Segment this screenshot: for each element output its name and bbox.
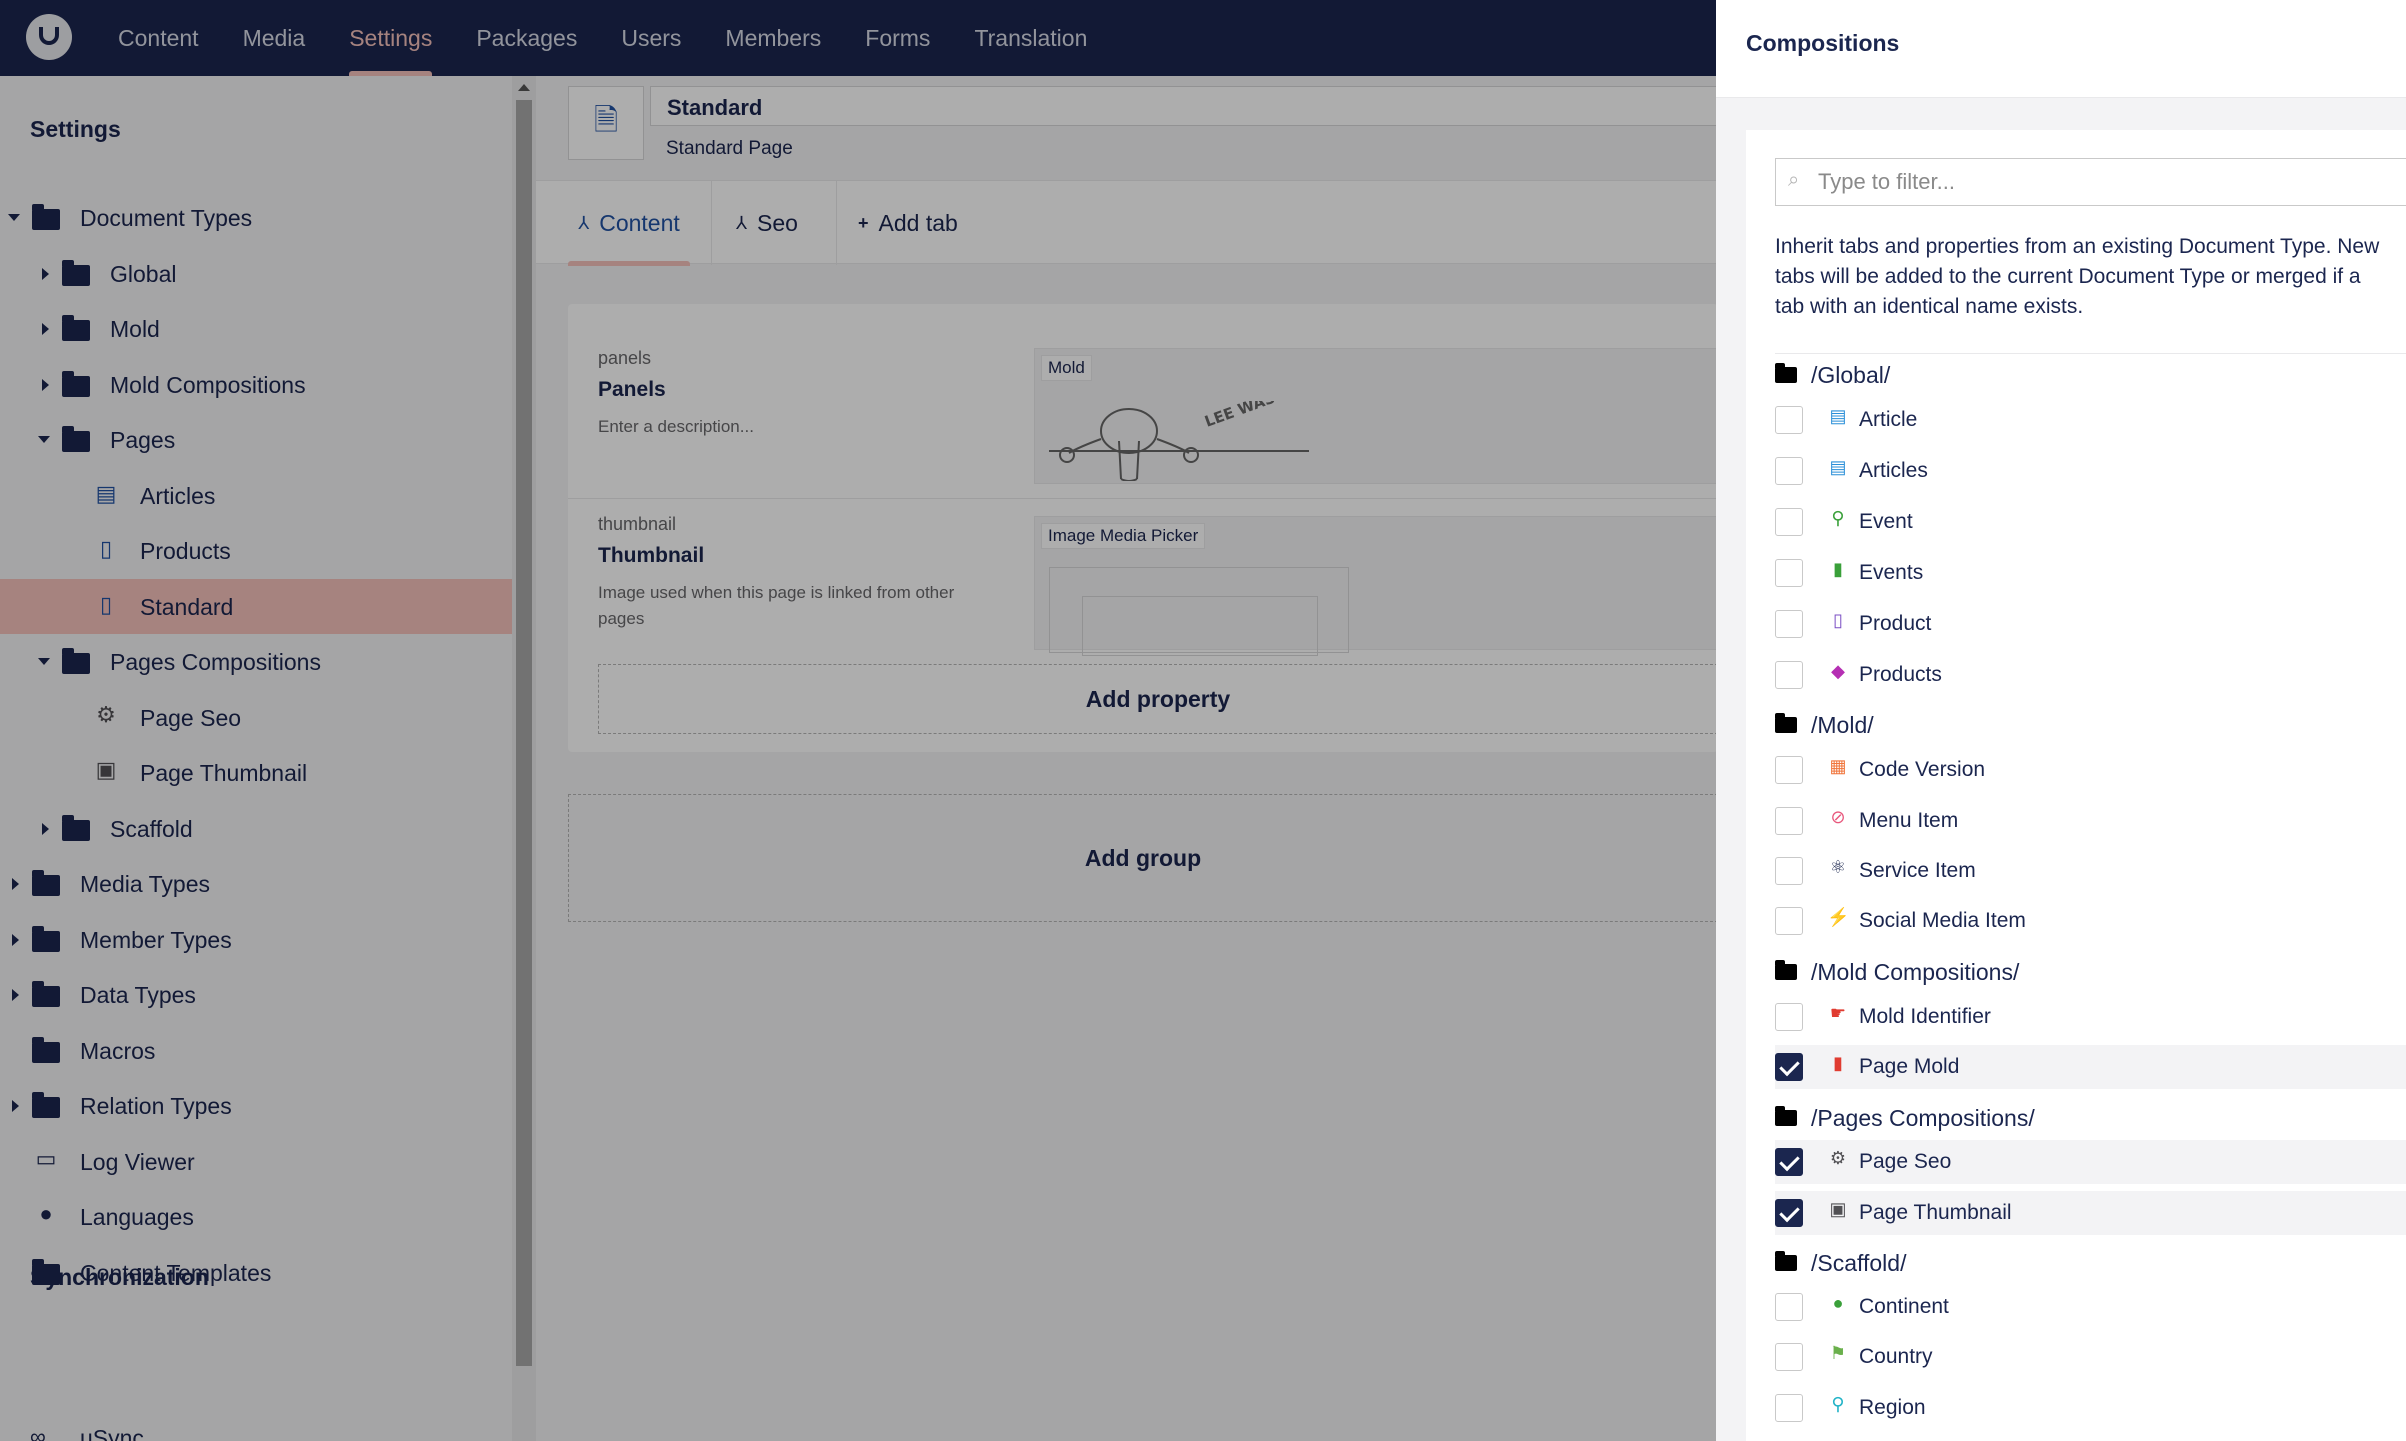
- modal-backdrop[interactable]: [0, 0, 1716, 1441]
- group-name: /Mold/: [1811, 711, 1874, 738]
- composition-item[interactable]: ⚲ Event: [1775, 500, 2406, 544]
- composition-checkbox[interactable]: [1775, 1003, 1803, 1031]
- composition-checkbox[interactable]: [1775, 610, 1803, 638]
- document-icon: ▯: [1833, 610, 1843, 630]
- composition-item[interactable]: ▤ Articles: [1775, 449, 2406, 493]
- composition-label: Menu Item: [1859, 809, 1959, 832]
- divider: [1775, 353, 2406, 354]
- composition-label: Event: [1859, 510, 1913, 533]
- satellite-icon: ⚡: [1827, 907, 1850, 927]
- composition-label: Articles: [1859, 459, 1928, 482]
- composition-item[interactable]: ⊘ Menu Item: [1775, 799, 2406, 843]
- hand-icon: ☛: [1829, 1003, 1847, 1023]
- composition-item[interactable]: ⚙ Page Seo: [1775, 1140, 2406, 1184]
- composition-checkbox[interactable]: [1775, 1053, 1803, 1081]
- composition-label: Code Version: [1859, 758, 1986, 781]
- composition-label: Events: [1859, 561, 1924, 584]
- compositions-list: ⌕ Inherit tabs and properties from an ex…: [1746, 130, 2406, 1441]
- panel-title: Compositions: [1746, 30, 1900, 56]
- paperclip-icon: ⊘: [1830, 807, 1846, 827]
- composition-label: Article: [1859, 408, 1918, 431]
- map-pin-icon: ⚲: [1831, 1394, 1845, 1414]
- search-icon: ⌕: [1788, 169, 1800, 191]
- composition-group-header: /Pages Compositions/: [1775, 1103, 2035, 1133]
- book-icon: ▮: [1833, 1053, 1843, 1073]
- composition-item[interactable]: ⚑ Country: [1775, 1335, 2406, 1379]
- composition-item[interactable]: ⚡ Social Media Item: [1775, 899, 2406, 943]
- composition-checkbox[interactable]: [1775, 907, 1803, 935]
- group-name: /Scaffold/: [1811, 1249, 1907, 1276]
- folder-icon: [1775, 713, 1797, 733]
- group-name: /Pages Compositions/: [1811, 1104, 2035, 1131]
- composition-checkbox[interactable]: [1775, 1293, 1803, 1321]
- composition-checkbox[interactable]: [1775, 661, 1803, 689]
- composition-item[interactable]: ⚲ Region: [1775, 1386, 2406, 1430]
- composition-item[interactable]: ▯ Product: [1775, 602, 2406, 646]
- composition-item[interactable]: ◆ Products: [1775, 653, 2406, 697]
- composition-label: Social Media Item: [1859, 909, 2026, 932]
- composition-label: Continent: [1859, 1295, 1949, 1318]
- folder-icon: [1775, 1106, 1797, 1126]
- compositions-description: Inherit tabs and properties from an exis…: [1775, 235, 2380, 318]
- composition-group-header: /Mold Compositions/: [1775, 957, 2019, 987]
- newspaper-icon: ▤: [1829, 457, 1847, 477]
- group-name: /Global/: [1811, 361, 1891, 388]
- composition-item[interactable]: ● Continent: [1775, 1285, 2406, 1329]
- composition-item[interactable]: ▤ Article: [1775, 398, 2406, 442]
- folder-icon: [1775, 960, 1797, 980]
- composition-checkbox[interactable]: [1775, 857, 1803, 885]
- composition-item[interactable]: ⚛ Service Item: [1775, 849, 2406, 893]
- composition-label: Product: [1859, 612, 1932, 635]
- composition-group-header: /Mold/: [1775, 710, 1874, 740]
- composition-checkbox[interactable]: [1775, 1394, 1803, 1422]
- composition-group-header: /Global/: [1775, 360, 1890, 390]
- composition-checkbox[interactable]: [1775, 559, 1803, 587]
- composition-label: Products: [1859, 663, 1942, 686]
- composition-checkbox[interactable]: [1775, 406, 1803, 434]
- composition-checkbox[interactable]: [1775, 457, 1803, 485]
- composition-checkbox[interactable]: [1775, 1199, 1803, 1227]
- composition-item[interactable]: ☛ Mold Identifier: [1775, 995, 2406, 1039]
- composition-label: Region: [1859, 1396, 1926, 1419]
- folder-icon: [1775, 363, 1797, 383]
- composition-label: Country: [1859, 1345, 1933, 1368]
- compositions-panel: Compositions ⌕ Inherit tabs and properti…: [1716, 0, 2406, 1441]
- gear-icon: ⚙: [1829, 1148, 1847, 1168]
- newspaper-icon: ▤: [1829, 406, 1847, 426]
- map-pin-icon: ⚲: [1831, 508, 1845, 528]
- calendar-icon: ▮: [1833, 559, 1843, 579]
- composition-checkbox[interactable]: [1775, 1343, 1803, 1371]
- composition-label: Page Seo: [1859, 1150, 1952, 1173]
- panel-header: Compositions: [1716, 0, 2406, 98]
- composition-item[interactable]: ▦ Code Version: [1775, 748, 2406, 792]
- composition-checkbox[interactable]: [1775, 508, 1803, 536]
- composition-item[interactable]: ▮ Page Mold: [1775, 1045, 2406, 1089]
- atom-icon: ⚛: [1829, 857, 1847, 877]
- composition-label: Page Mold: [1859, 1055, 1960, 1078]
- composition-group-header: /Scaffold/: [1775, 1248, 1906, 1278]
- globe-icon: ●: [1832, 1293, 1844, 1313]
- filter-box: ⌕: [1775, 158, 2406, 206]
- composition-checkbox[interactable]: [1775, 756, 1803, 784]
- tags-icon: ◆: [1831, 661, 1845, 681]
- composition-item[interactable]: ▮ Events: [1775, 551, 2406, 595]
- composition-item[interactable]: ▣ Page Thumbnail: [1775, 1191, 2406, 1235]
- composition-checkbox[interactable]: [1775, 807, 1803, 835]
- group-name: /Mold Compositions/: [1811, 958, 2020, 985]
- composition-label: Mold Identifier: [1859, 1005, 1991, 1028]
- flag-icon: ⚑: [1829, 1343, 1847, 1363]
- grid-icon: ▦: [1829, 756, 1847, 776]
- folder-icon: [1775, 1251, 1797, 1271]
- composition-label: Service Item: [1859, 859, 1976, 882]
- filter-input[interactable]: [1818, 167, 2398, 197]
- picture-icon: ▣: [1829, 1199, 1847, 1219]
- composition-checkbox[interactable]: [1775, 1148, 1803, 1176]
- composition-label: Page Thumbnail: [1859, 1201, 2012, 1224]
